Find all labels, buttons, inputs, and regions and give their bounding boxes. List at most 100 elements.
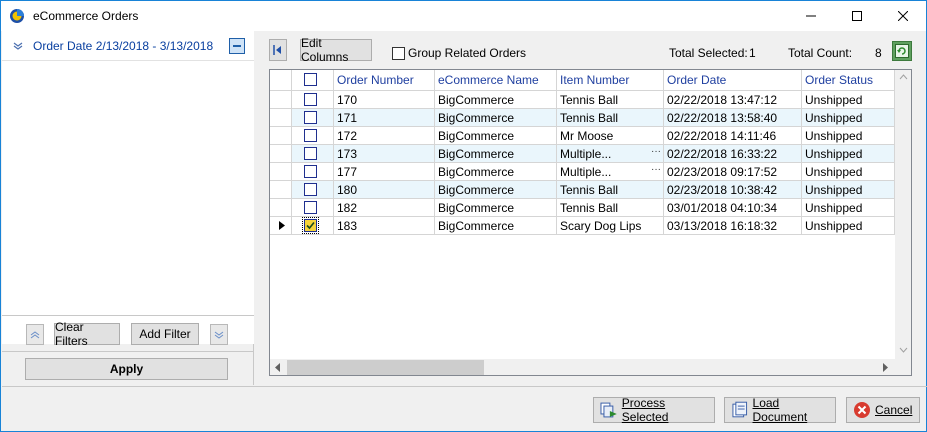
move-up-button[interactable]: [26, 324, 44, 345]
scroll-up-icon[interactable]: [899, 74, 908, 80]
horizontal-scroll-thumb[interactable]: [287, 360, 484, 375]
row-order-date[interactable]: 02/23/2018 10:38:42: [664, 181, 802, 199]
vertical-scrollbar[interactable]: [895, 70, 911, 359]
ellipsis-button[interactable]: ···: [651, 146, 661, 157]
select-all-checkbox[interactable]: [304, 73, 317, 86]
minimize-button[interactable]: [788, 1, 834, 31]
row-select-cell[interactable]: [292, 127, 334, 145]
row-select-checkbox[interactable]: [304, 111, 317, 124]
row-select-cell[interactable]: [292, 199, 334, 217]
scroll-right-icon[interactable]: [883, 363, 889, 372]
table-row[interactable]: 183 BigCommerce Scary Dog Lips 03/13/2018 1…: [270, 217, 895, 235]
row-order-number[interactable]: 182: [334, 199, 435, 217]
row-selector[interactable]: [270, 181, 292, 199]
apply-button[interactable]: Apply: [25, 358, 228, 380]
cancel-button[interactable]: Cancel: [846, 397, 920, 423]
collapse-panel-button[interactable]: [269, 39, 287, 61]
table-row[interactable]: 182 BigCommerce Tennis Ball 03/01/2018 04:1…: [270, 199, 895, 217]
row-selector[interactable]: [270, 109, 292, 127]
row-selector[interactable]: [270, 217, 292, 235]
row-ecommerce-name[interactable]: BigCommerce: [435, 181, 557, 199]
row-ecommerce-name[interactable]: BigCommerce: [435, 199, 557, 217]
row-select-checkbox[interactable]: [304, 93, 317, 106]
row-ecommerce-name[interactable]: BigCommerce: [435, 163, 557, 181]
row-order-number[interactable]: 170: [334, 91, 435, 109]
table-row[interactable]: 173 BigCommerce Multiple... ··· 02/22/2018 1…: [270, 145, 895, 163]
row-ecommerce-name[interactable]: BigCommerce: [435, 145, 557, 163]
row-select-checkbox[interactable]: [302, 217, 319, 234]
chevron-down-icon[interactable]: [12, 40, 24, 52]
row-order-date[interactable]: 03/01/2018 04:10:34: [664, 199, 802, 217]
row-select-cell[interactable]: [292, 163, 334, 181]
row-ecommerce-name[interactable]: BigCommerce: [435, 127, 557, 145]
row-order-number[interactable]: 173: [334, 145, 435, 163]
row-select-checkbox[interactable]: [304, 165, 317, 178]
maximize-button[interactable]: [834, 1, 880, 31]
row-order-date[interactable]: 02/22/2018 13:58:40: [664, 109, 802, 127]
row-select-cell[interactable]: [292, 217, 334, 235]
row-order-status[interactable]: Unshipped: [802, 145, 895, 163]
row-order-number[interactable]: 171: [334, 109, 435, 127]
row-order-number[interactable]: 177: [334, 163, 435, 181]
load-document-button[interactable]: Load Document: [724, 396, 836, 424]
header-item-number[interactable]: Item Number: [557, 70, 664, 91]
table-row[interactable]: 177 BigCommerce Multiple... ··· 02/23/2018 0…: [270, 163, 895, 181]
filter-order-date[interactable]: Order Date 2/13/2018 - 3/13/2018: [2, 31, 254, 61]
row-order-date[interactable]: 02/22/2018 16:33:22: [664, 145, 802, 163]
row-order-status[interactable]: Unshipped: [802, 181, 895, 199]
row-select-cell[interactable]: [292, 109, 334, 127]
row-order-number[interactable]: 183: [334, 217, 435, 235]
row-selector[interactable]: [270, 145, 292, 163]
header-ecommerce-name[interactable]: eCommerce Name: [435, 70, 557, 91]
row-item-number[interactable]: Tennis Ball: [557, 181, 664, 199]
ellipsis-button[interactable]: ···: [651, 164, 661, 175]
row-order-status[interactable]: Unshipped: [802, 199, 895, 217]
row-order-date[interactable]: 02/22/2018 13:47:12: [664, 91, 802, 109]
row-order-date[interactable]: 02/22/2018 14:11:46: [664, 127, 802, 145]
table-row[interactable]: 170 BigCommerce Tennis Ball 02/22/2018 13:4…: [270, 91, 895, 109]
row-selector[interactable]: [270, 199, 292, 217]
refresh-button[interactable]: [892, 41, 912, 61]
table-row[interactable]: 171 BigCommerce Tennis Ball 02/22/2018 13:5…: [270, 109, 895, 127]
move-down-button[interactable]: [210, 324, 228, 345]
row-order-status[interactable]: Unshipped: [802, 91, 895, 109]
row-order-date[interactable]: 02/23/2018 09:17:52: [664, 163, 802, 181]
row-order-status[interactable]: Unshipped: [802, 163, 895, 181]
row-item-number[interactable]: Tennis Ball: [557, 91, 664, 109]
horizontal-scrollbar[interactable]: [270, 359, 895, 375]
row-selector[interactable]: [270, 91, 292, 109]
row-ecommerce-name[interactable]: BigCommerce: [435, 109, 557, 127]
row-item-number[interactable]: Multiple... ···: [557, 145, 664, 163]
scroll-down-icon[interactable]: [899, 347, 908, 353]
row-item-number[interactable]: Mr Moose: [557, 127, 664, 145]
row-select-checkbox[interactable]: [304, 129, 317, 142]
row-select-checkbox[interactable]: [304, 183, 317, 196]
row-select-checkbox[interactable]: [304, 201, 317, 214]
row-order-status[interactable]: Unshipped: [802, 217, 895, 235]
close-button[interactable]: [880, 1, 926, 31]
row-item-number[interactable]: Tennis Ball: [557, 199, 664, 217]
add-filter-button[interactable]: Add Filter: [131, 323, 199, 345]
clear-filters-button[interactable]: Clear Filters: [54, 320, 120, 348]
scroll-left-icon[interactable]: [275, 363, 281, 372]
row-selector[interactable]: [270, 163, 292, 181]
process-selected-button[interactable]: Process Selected: [593, 396, 715, 424]
row-order-status[interactable]: Unshipped: [802, 109, 895, 127]
header-order-number[interactable]: Order Number: [334, 70, 435, 91]
row-selector[interactable]: [270, 127, 292, 145]
header-order-status[interactable]: Order Status: [802, 70, 895, 91]
row-ecommerce-name[interactable]: BigCommerce: [435, 91, 557, 109]
row-item-number[interactable]: Multiple... ···: [557, 163, 664, 181]
row-order-number[interactable]: 172: [334, 127, 435, 145]
header-select-all[interactable]: [292, 70, 334, 91]
row-select-checkbox[interactable]: [304, 147, 317, 160]
row-order-status[interactable]: Unshipped: [802, 127, 895, 145]
row-order-number[interactable]: 180: [334, 181, 435, 199]
row-item-number[interactable]: Tennis Ball: [557, 109, 664, 127]
row-select-cell[interactable]: [292, 145, 334, 163]
table-row[interactable]: 180 BigCommerce Tennis Ball 02/23/2018 10:3…: [270, 181, 895, 199]
table-row[interactable]: 172 BigCommerce Mr Moose 02/22/2018 14:11:4…: [270, 127, 895, 145]
row-select-cell[interactable]: [292, 91, 334, 109]
collapse-filter-icon[interactable]: [229, 38, 245, 54]
edit-columns-button[interactable]: Edit Columns: [300, 36, 372, 64]
